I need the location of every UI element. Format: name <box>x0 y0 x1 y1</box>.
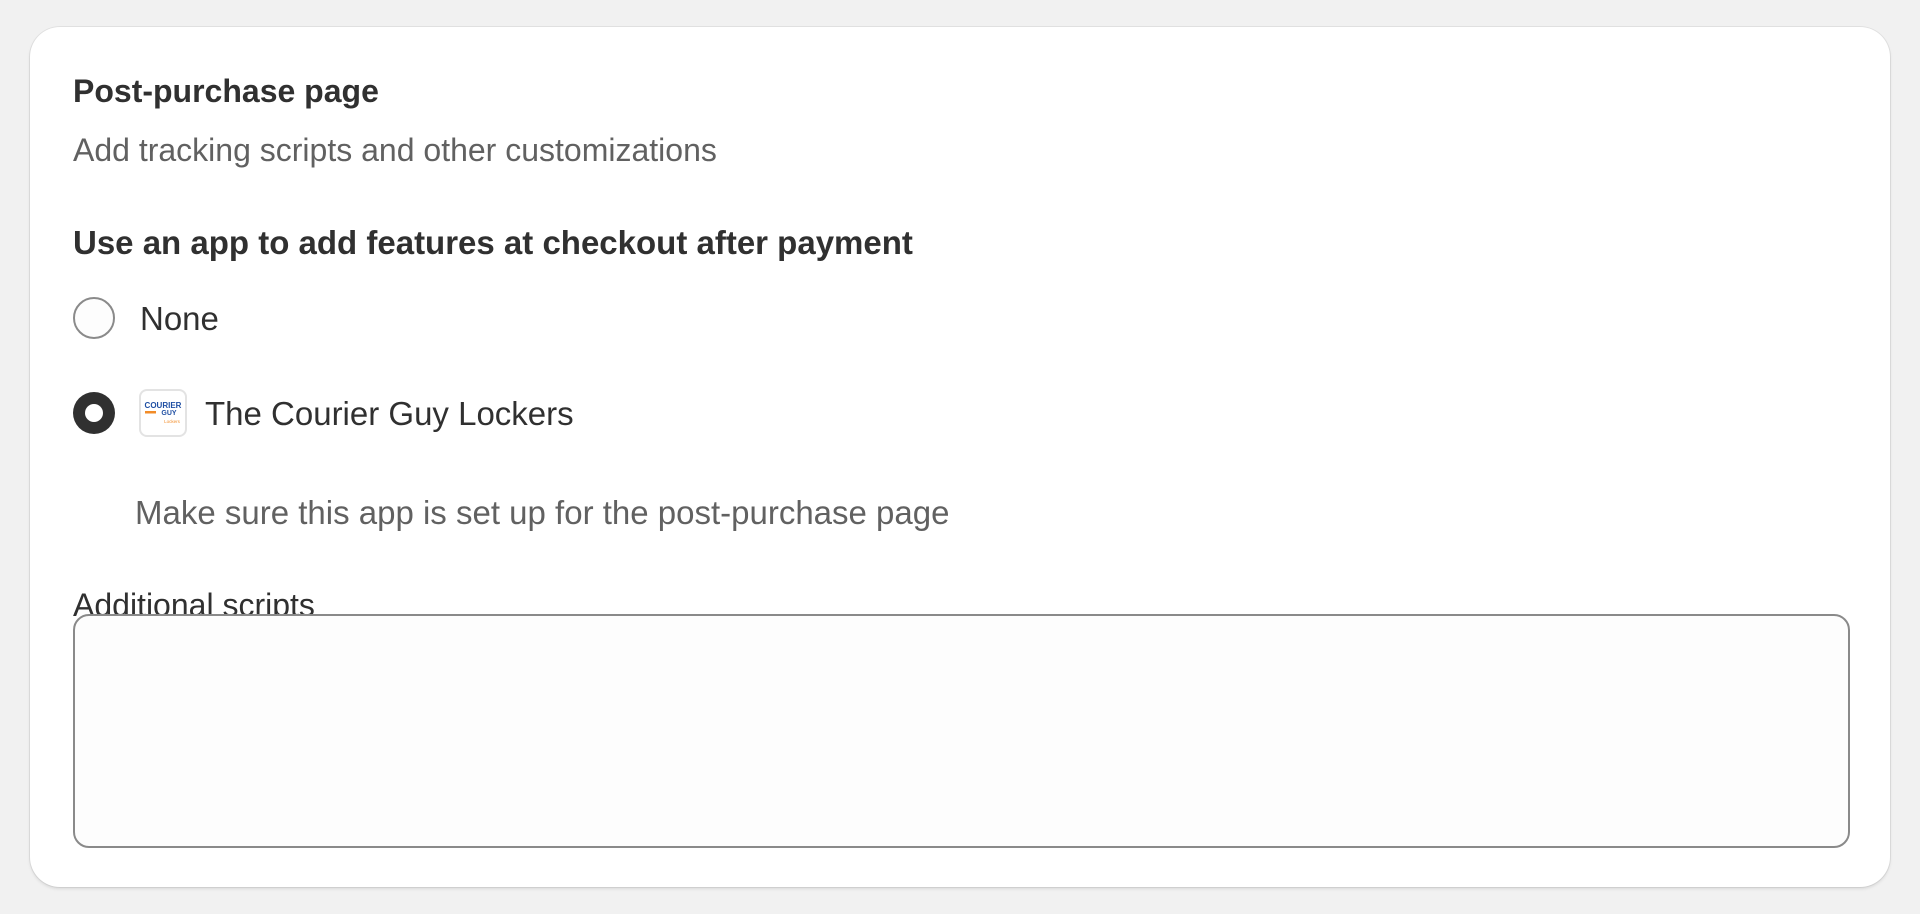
logo-line1: COURIER <box>145 401 182 410</box>
radio-button-courier-guy[interactable] <box>73 392 115 434</box>
radio-button-none[interactable] <box>73 297 115 339</box>
radio-label-none: None <box>140 299 219 337</box>
section-title: Post-purchase page <box>73 73 379 109</box>
app-choice-question: Use an app to add features at checkout a… <box>73 224 913 261</box>
logo-line3: Lockers <box>164 419 181 424</box>
post-purchase-card: Post-purchase page Add tracking scripts … <box>30 27 1890 887</box>
radio-option-none[interactable]: None <box>73 297 219 339</box>
courier-guy-logo-icon: COURIER GUY Lockers <box>139 389 187 437</box>
radio-option-courier-guy[interactable]: COURIER GUY Lockers The Courier Guy Lock… <box>73 389 574 437</box>
additional-scripts-textarea[interactable] <box>73 614 1850 848</box>
app-help-text: Make sure this app is set up for the pos… <box>135 494 950 531</box>
radio-label-courier-guy: The Courier Guy Lockers <box>205 394 574 432</box>
section-subtitle: Add tracking scripts and other customiza… <box>73 132 717 168</box>
logo-line2: GUY <box>161 410 177 417</box>
